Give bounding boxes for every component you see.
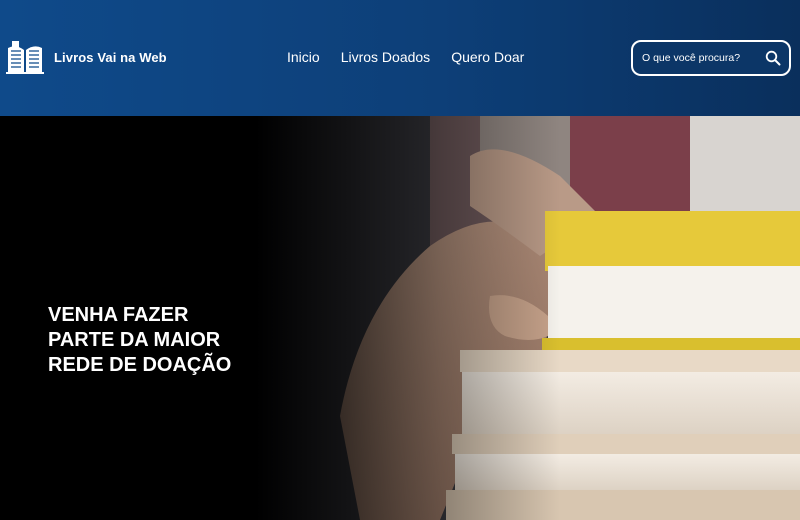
nav-link-inicio[interactable]: Inicio (287, 49, 320, 65)
hero-headline: VENHA FAZER PARTE DA MAIOR REDE DE DOAÇÃ… (48, 303, 288, 378)
hero-headline-line: REDE DE DOAÇÃO (48, 354, 232, 376)
hero-headline-line: PARTE DA MAIOR (48, 329, 221, 351)
nav-link-quero-doar[interactable]: Quero Doar (451, 49, 524, 65)
open-book-icon (6, 41, 44, 74)
hero-headline-line: VENHA FAZER (48, 304, 189, 326)
brand-name: Livros Vai na Web (54, 49, 167, 65)
nav-link-livros-doados[interactable]: Livros Doados (341, 49, 431, 65)
search-icon[interactable] (765, 50, 781, 66)
brand-logo[interactable]: Livros Vai na Web (6, 38, 167, 76)
hero-banner: VENHA FAZER PARTE DA MAIOR REDE DE DOAÇÃ… (0, 116, 800, 520)
site-header: Livros Vai na Web Inicio Livros Doados Q… (0, 0, 800, 116)
search-box (631, 40, 791, 76)
main-nav: Inicio Livros Doados Quero Doar (287, 49, 545, 65)
search-input[interactable] (633, 52, 758, 64)
